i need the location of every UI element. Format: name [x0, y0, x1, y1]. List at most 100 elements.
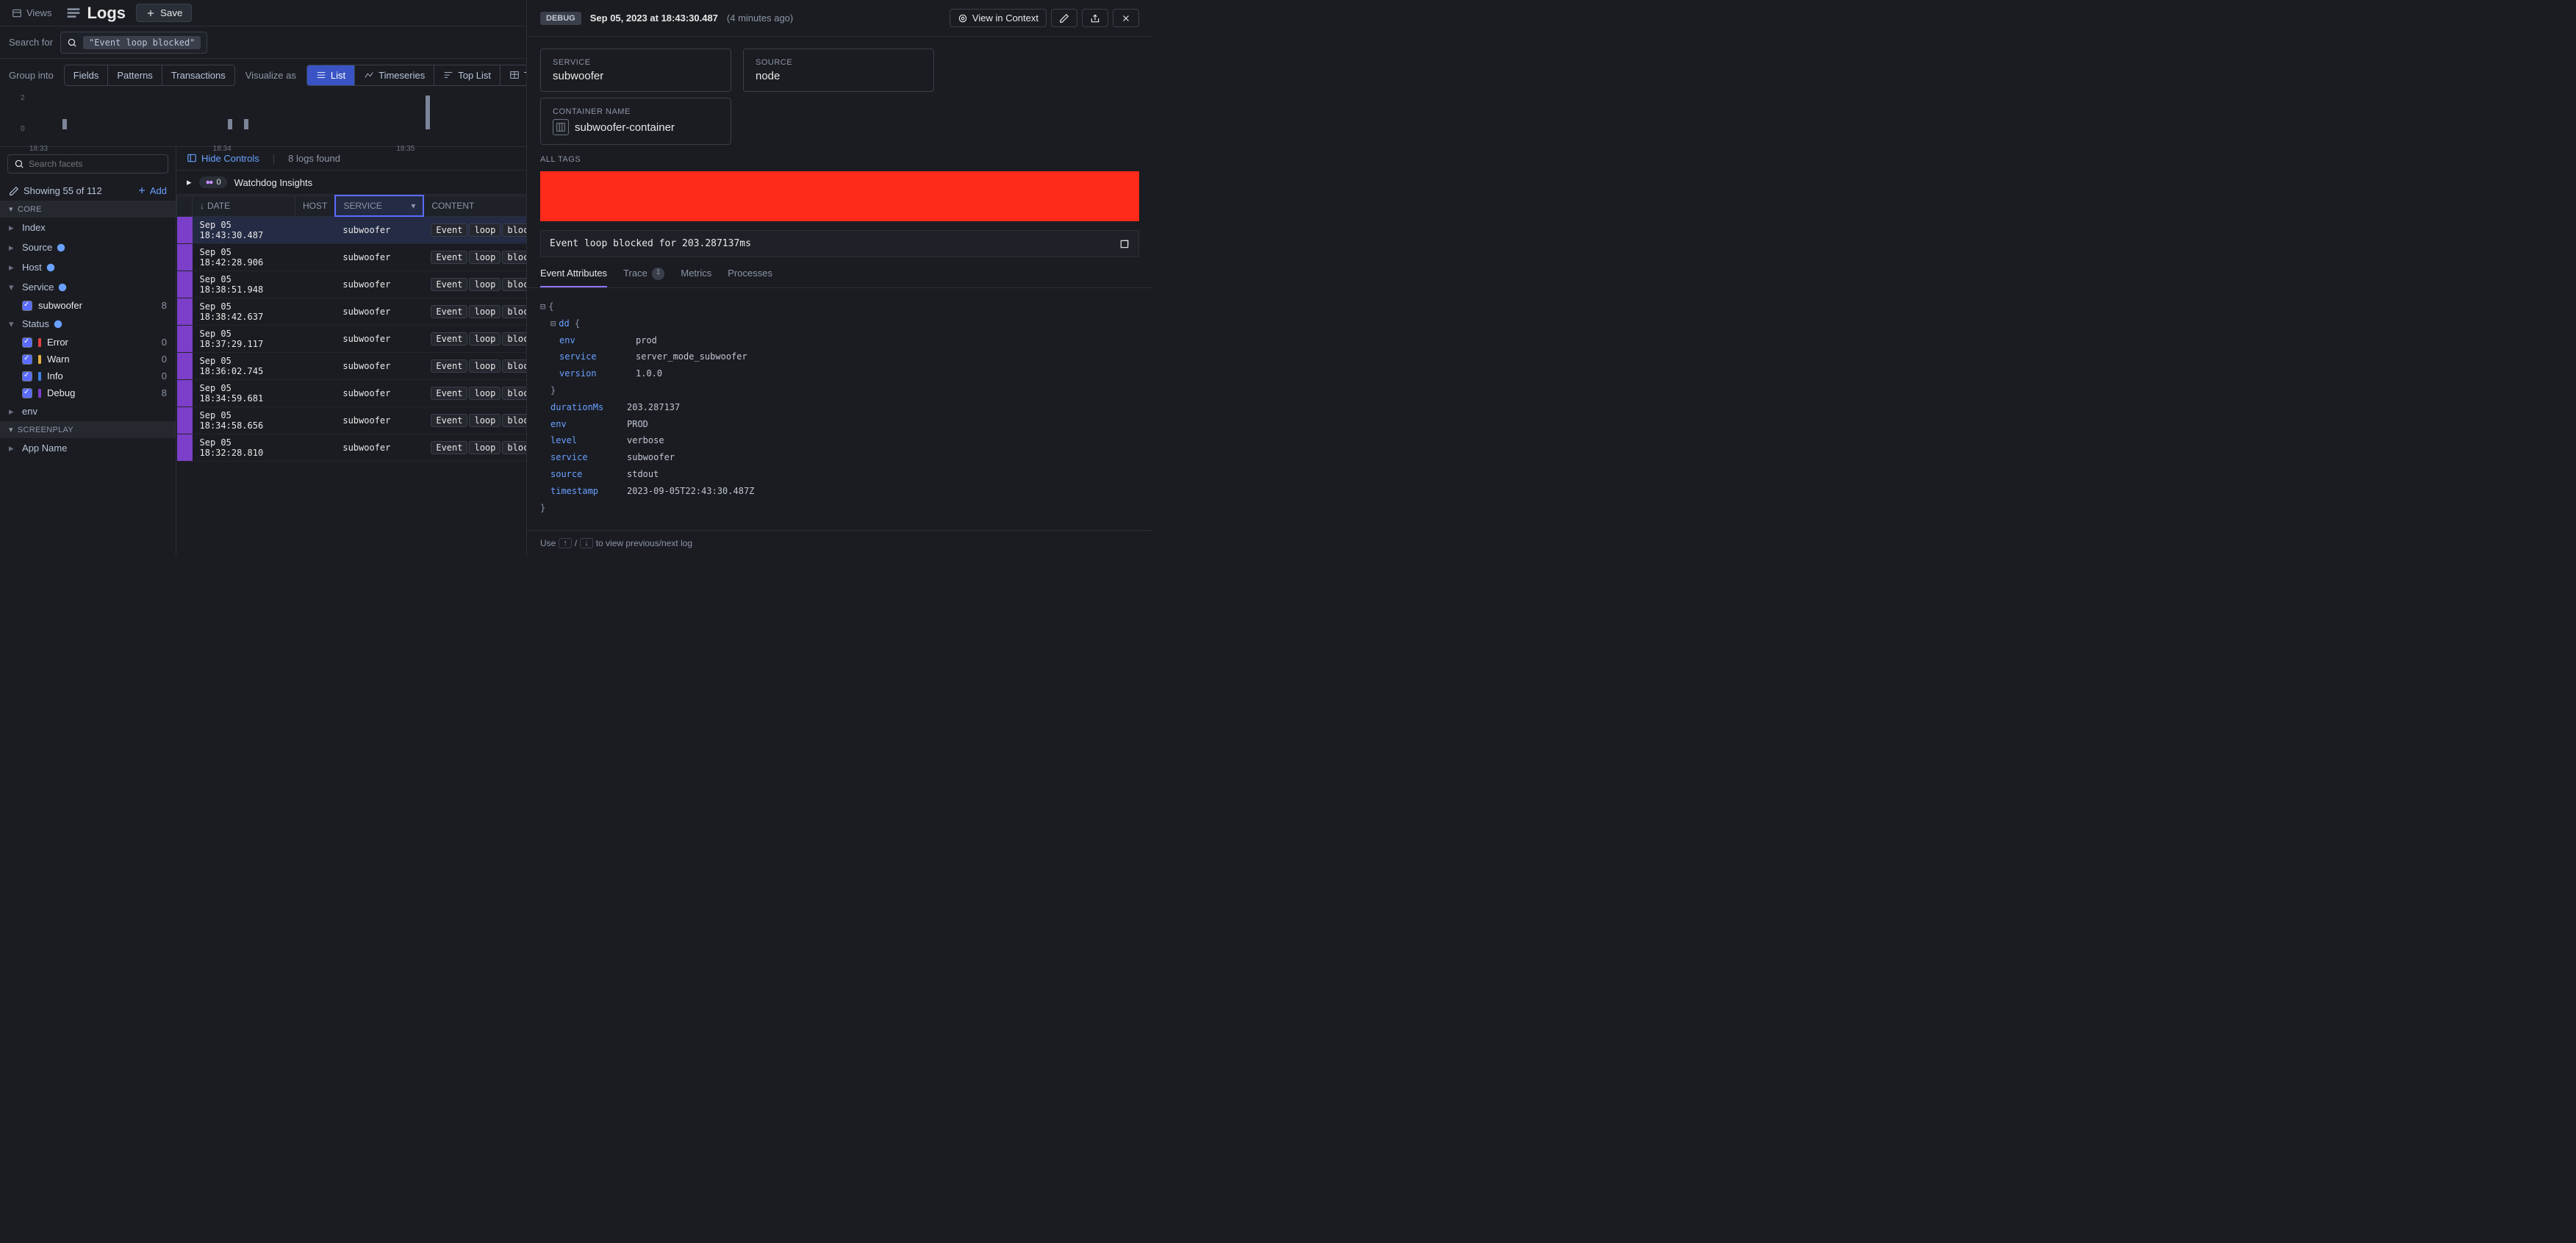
level-badge: DEBUG	[540, 12, 581, 25]
facet-service[interactable]: ▾Service	[0, 277, 176, 297]
facet-status[interactable]: ▾Status	[0, 314, 176, 334]
facet-value-count: 8	[162, 387, 167, 398]
y-tick-0: 0	[21, 125, 25, 133]
edit-button[interactable]	[1051, 9, 1077, 27]
content-chip: Event	[431, 387, 467, 400]
share-button[interactable]	[1082, 9, 1108, 27]
facet-source[interactable]: ▸Source	[0, 237, 176, 257]
group-patterns[interactable]: Patterns	[108, 65, 162, 85]
tab-trace[interactable]: Trace1	[623, 268, 664, 287]
tab-event-attributes[interactable]: Event Attributes	[540, 268, 607, 287]
severity-bar	[177, 406, 193, 434]
chart-bar[interactable]	[228, 119, 232, 129]
verified-icon	[57, 243, 65, 252]
verified-icon	[46, 263, 55, 272]
facet-env[interactable]: ▸env	[0, 401, 176, 421]
cell-date: Sep 05 18:37:29.117	[193, 325, 295, 352]
insights-label: Watchdog Insights	[234, 177, 312, 188]
group-segmented: Fields Patterns Transactions	[64, 65, 235, 86]
section-core[interactable]: ▾ CORE	[0, 201, 176, 218]
detail-footer: Use ↑ / ↓ to view previous/next log	[527, 530, 1152, 556]
add-facet-button[interactable]: Add	[137, 185, 167, 196]
tab-metrics[interactable]: Metrics	[681, 268, 711, 287]
content-chip: loop	[469, 441, 501, 454]
severity-bar	[177, 298, 193, 325]
collapse-icon[interactable]: ⊟	[540, 301, 545, 312]
search-token[interactable]: "Event loop blocked"	[83, 36, 201, 49]
col-service[interactable]: SERVICE▾	[335, 196, 423, 216]
chevron-right-icon: ▸	[9, 242, 14, 254]
severity-bar	[177, 243, 193, 271]
checkbox[interactable]	[22, 337, 32, 348]
tags-redacted-block	[540, 171, 1139, 221]
views-button[interactable]: Views	[6, 4, 57, 21]
severity-bar	[177, 434, 193, 461]
verified-icon	[58, 283, 67, 292]
facet-value-row[interactable]: Debug8	[0, 384, 176, 401]
close-button[interactable]	[1113, 9, 1139, 27]
chevron-down-icon[interactable]: ▾	[411, 201, 415, 211]
chart-bar[interactable]	[426, 96, 430, 129]
chevron-right-icon: ▸	[9, 443, 14, 454]
severity-bar	[177, 216, 193, 243]
views-icon	[12, 8, 22, 18]
section-screenplay[interactable]: ▾ SCREENPLAY	[0, 421, 176, 438]
group-fields[interactable]: Fields	[65, 65, 109, 85]
viz-toplist[interactable]: Top List	[434, 65, 501, 85]
container-card[interactable]: CONTAINER NAME subwoofer-container	[540, 98, 731, 145]
save-button[interactable]: Save	[136, 4, 192, 22]
hide-controls-button[interactable]: Hide Controls	[187, 153, 259, 164]
facet-search-input[interactable]	[29, 159, 162, 169]
viz-timeseries[interactable]: Timeseries	[355, 65, 434, 85]
viz-list[interactable]: List	[307, 65, 355, 85]
group-transactions[interactable]: Transactions	[162, 65, 234, 85]
cell-service: subwoofer	[335, 298, 423, 325]
facet-value-row[interactable]: Error0	[0, 334, 176, 351]
facet-index[interactable]: ▸Index	[0, 218, 176, 237]
cell-service: subwoofer	[335, 271, 423, 298]
severity-bar	[177, 271, 193, 298]
cell-date: Sep 05 18:34:59.681	[193, 379, 295, 406]
facet-host[interactable]: ▸Host	[0, 257, 176, 277]
severity-bar	[177, 352, 193, 379]
facet-value-count: 0	[162, 370, 167, 382]
facet-appname[interactable]: ▸App Name	[0, 438, 176, 458]
col-host[interactable]: HOST	[295, 196, 336, 216]
cell-service: subwoofer	[335, 379, 423, 406]
json-view: ⊟{ ⊟dd { envprod serviceserver_mode_subw…	[527, 288, 1152, 526]
logs-found: 8 logs found	[288, 153, 340, 164]
content-chip: loop	[469, 278, 501, 291]
views-label: Views	[26, 7, 51, 18]
source-card[interactable]: SOURCE node	[743, 49, 934, 92]
checkbox[interactable]	[22, 301, 32, 311]
facet-value-row[interactable]: subwoofer8	[0, 297, 176, 314]
col-date[interactable]: ↓DATE	[193, 196, 295, 216]
cell-date: Sep 05 18:42:28.906	[193, 243, 295, 271]
checkbox[interactable]	[22, 354, 32, 365]
checkbox[interactable]	[22, 371, 32, 382]
cell-host	[295, 271, 336, 298]
collapse-icon[interactable]: ⊟	[550, 318, 556, 329]
chart-bar[interactable]	[62, 119, 67, 129]
facet-search[interactable]	[7, 154, 168, 173]
facet-value-row[interactable]: Warn0	[0, 351, 176, 368]
tab-processes[interactable]: Processes	[728, 268, 772, 287]
expand-icon[interactable]	[1119, 239, 1130, 249]
sidebar-collapse-icon	[187, 153, 197, 163]
view-in-context-button[interactable]: View in Context	[950, 9, 1047, 27]
facets-sidebar: Showing 55 of 112 Add ▾ CORE ▸Index ▸Sou…	[0, 147, 176, 556]
facet-value-row[interactable]: Info0	[0, 368, 176, 384]
facet-value-count: 0	[162, 354, 167, 365]
cell-service: subwoofer	[335, 352, 423, 379]
chevron-down-icon: ▾	[9, 204, 13, 214]
service-card[interactable]: SERVICE subwoofer	[540, 49, 731, 92]
facet-value-label: Error	[47, 337, 68, 348]
detail-tabs: Event Attributes Trace1 Metrics Processe…	[527, 257, 1152, 288]
chevron-down-icon: ▾	[9, 425, 13, 434]
content-chip: Event	[431, 251, 467, 264]
target-icon	[958, 13, 968, 24]
pencil-icon[interactable]	[9, 186, 19, 196]
chart-bar[interactable]	[244, 119, 248, 129]
search-input[interactable]: "Event loop blocked"	[60, 32, 208, 54]
checkbox[interactable]	[22, 388, 32, 398]
